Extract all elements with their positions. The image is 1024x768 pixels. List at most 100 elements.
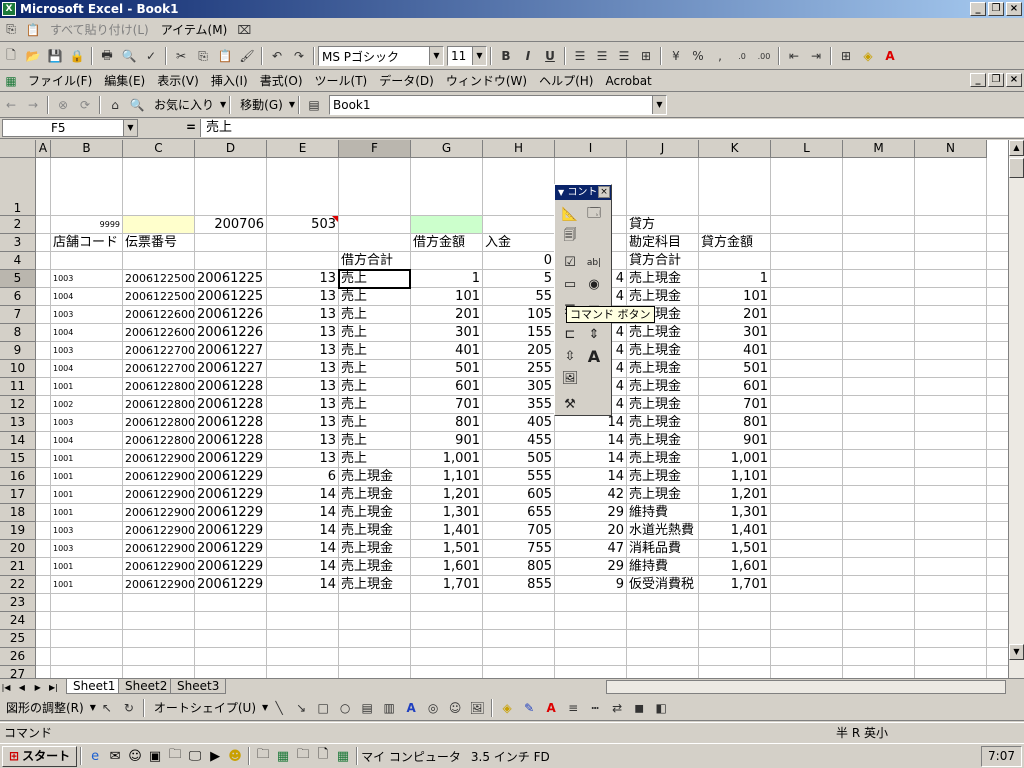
cell-h20[interactable]: 755 — [483, 540, 555, 557]
cell-j20[interactable]: 消耗品費 — [627, 540, 699, 557]
cell-b7[interactable]: 1003 — [51, 306, 123, 323]
undo-icon[interactable]: ↶ — [266, 46, 288, 66]
cell-i18[interactable]: 29 — [555, 504, 627, 521]
cell-j12[interactable]: 売上現金 — [627, 396, 699, 413]
cell-h15[interactable]: 505 — [483, 450, 555, 467]
row-header-2[interactable]: 2 — [0, 216, 36, 234]
row-header-17[interactable]: 17 — [0, 486, 36, 504]
menu-data[interactable]: データ(D) — [373, 72, 440, 89]
column-header-j[interactable]: J — [627, 140, 699, 158]
permission-icon[interactable]: 🔒 — [66, 46, 88, 66]
cell-h18[interactable]: 655 — [483, 504, 555, 521]
vertical-textbox-icon[interactable]: ▥ — [378, 698, 400, 718]
cell-k8[interactable]: 301 — [699, 324, 771, 341]
row-header-25[interactable]: 25 — [0, 630, 36, 648]
cell-j5[interactable]: 売上現金 — [627, 270, 699, 287]
control-toolbox[interactable]: ▼ コント × 📐 🗔 🗐 ☑ ab| ▭ ◉ ☰ ▤ ⊏ ⇕ ⇳ A 🖼 ⚒ — [554, 184, 612, 416]
cell-h8[interactable]: 155 — [483, 324, 555, 341]
cell-g11[interactable]: 601 — [411, 378, 483, 395]
wordart-icon[interactable]: A — [400, 698, 422, 718]
shadow-icon[interactable]: ◼ — [628, 698, 650, 718]
cell-f20[interactable]: 売上現金 — [339, 540, 411, 557]
tab-sheet1[interactable]: Sheet1 — [66, 679, 123, 694]
cell-c15[interactable]: 200612290011 — [123, 450, 195, 467]
line-style-icon[interactable]: ≡ — [562, 698, 584, 718]
scroll-up-icon[interactable]: ▲ — [1009, 140, 1024, 156]
cell-h11[interactable]: 305 — [483, 378, 555, 395]
column-header-c[interactable]: C — [123, 140, 195, 158]
folder-icon[interactable]: 🗀 — [293, 746, 313, 766]
cell-j19[interactable]: 水道光熱費 — [627, 522, 699, 539]
cell-h4[interactable]: 0 — [483, 252, 555, 269]
messenger-icon[interactable]: ☺ — [125, 746, 145, 766]
save-icon[interactable]: 💾 — [44, 46, 66, 66]
cell-h9[interactable]: 205 — [483, 342, 555, 359]
command-button-control-icon[interactable]: ▭ — [560, 275, 580, 294]
cell-c5[interactable]: 200612250001 — [123, 270, 195, 287]
cell-f12[interactable]: 売上 — [339, 396, 411, 413]
cell-b16[interactable]: 1001 — [51, 468, 123, 485]
print-preview-icon[interactable]: 🔍 — [118, 46, 140, 66]
cell-b15[interactable]: 1001 — [51, 450, 123, 467]
start-button[interactable]: ⊞ スタート — [2, 745, 78, 767]
cell-c19[interactable]: 200612290015 — [123, 522, 195, 539]
cell-g12[interactable]: 701 — [411, 396, 483, 413]
cell-c9[interactable]: 200612270005 — [123, 342, 195, 359]
document-icon[interactable]: 🗋 — [313, 746, 333, 766]
fill-color-icon[interactable]: ◈ — [496, 698, 518, 718]
cell-e20[interactable]: 14 — [267, 540, 339, 557]
menu-format[interactable]: 書式(O) — [254, 72, 309, 89]
excel-task-icon[interactable]: ▦ — [333, 746, 353, 766]
cell-c10[interactable]: 200612270006 — [123, 360, 195, 377]
cell-g19[interactable]: 1,401 — [411, 522, 483, 539]
cell-g20[interactable]: 1,501 — [411, 540, 483, 557]
row-header-22[interactable]: 22 — [0, 576, 36, 594]
column-header-b[interactable]: B — [51, 140, 123, 158]
cell-j2[interactable]: 貸方 — [627, 216, 699, 233]
first-sheet-icon[interactable]: |◀ — [0, 681, 12, 695]
cell-b13[interactable]: 1003 — [51, 414, 123, 431]
next-sheet-icon[interactable]: ▶ — [32, 681, 44, 695]
cell-d10[interactable]: 20061227 — [195, 360, 267, 377]
control-toolbox-title[interactable]: ▼ コント × — [555, 185, 611, 200]
column-header-n[interactable]: N — [915, 140, 987, 158]
cell-k15[interactable]: 1,001 — [699, 450, 771, 467]
horizontal-scrollbar[interactable] — [606, 680, 1006, 694]
formula-input[interactable]: 売上 — [200, 119, 1024, 137]
column-header-h[interactable]: H — [483, 140, 555, 158]
cell-c21[interactable]: 200612290017 — [123, 558, 195, 575]
search-web-icon[interactable]: 🔍 — [126, 95, 148, 115]
restore-button[interactable]: ❐ — [988, 2, 1004, 16]
cell-i22[interactable]: 9 — [555, 576, 627, 593]
cell-h3[interactable]: 入金 — [483, 234, 555, 251]
cell-c11[interactable]: 200612280007 — [123, 378, 195, 395]
cell-j6[interactable]: 売上現金 — [627, 288, 699, 305]
highlight-cell-g2[interactable] — [411, 216, 482, 233]
floppy-label[interactable]: 3.5 インチ FD — [471, 748, 550, 765]
cell-k9[interactable]: 401 — [699, 342, 771, 359]
cell-b11[interactable]: 1001 — [51, 378, 123, 395]
cell-g13[interactable]: 801 — [411, 414, 483, 431]
spreadsheet-grid[interactable]: A B C D E F G H I J K L M N 1 2 3 4 5 6 7 8 9 10 11 12 13 14 15 16 17 1… — [0, 140, 1010, 678]
column-header-l[interactable]: L — [771, 140, 843, 158]
cell-d18[interactable]: 20061229 — [195, 504, 267, 521]
stop-icon[interactable]: ⊗ — [52, 95, 74, 115]
column-header-m[interactable]: M — [843, 140, 915, 158]
scroll-down-icon[interactable]: ▼ — [1009, 644, 1024, 660]
cell-b6[interactable]: 1004 — [51, 288, 123, 305]
cell-g17[interactable]: 1,201 — [411, 486, 483, 503]
ie-icon[interactable]: e — [85, 746, 105, 766]
oval-icon[interactable]: ○ — [334, 698, 356, 718]
line-color-icon[interactable]: ✎ — [518, 698, 540, 718]
cell-h16[interactable]: 555 — [483, 468, 555, 485]
cell-i13[interactable]: 14 — [555, 414, 627, 431]
tab-sheet3[interactable]: Sheet3 — [170, 679, 227, 694]
cell-i14[interactable]: 14 — [555, 432, 627, 449]
folder-icon[interactable]: 🗀 — [253, 746, 273, 766]
cell-d7[interactable]: 20061226 — [195, 306, 267, 323]
cell-h5[interactable]: 5 — [483, 270, 555, 287]
scrollbar-control-icon[interactable]: ⇳ — [560, 347, 580, 366]
borders-icon[interactable]: ⊞ — [835, 46, 857, 66]
cell-i15[interactable]: 14 — [555, 450, 627, 467]
spelling-icon[interactable]: ✓ — [140, 46, 162, 66]
